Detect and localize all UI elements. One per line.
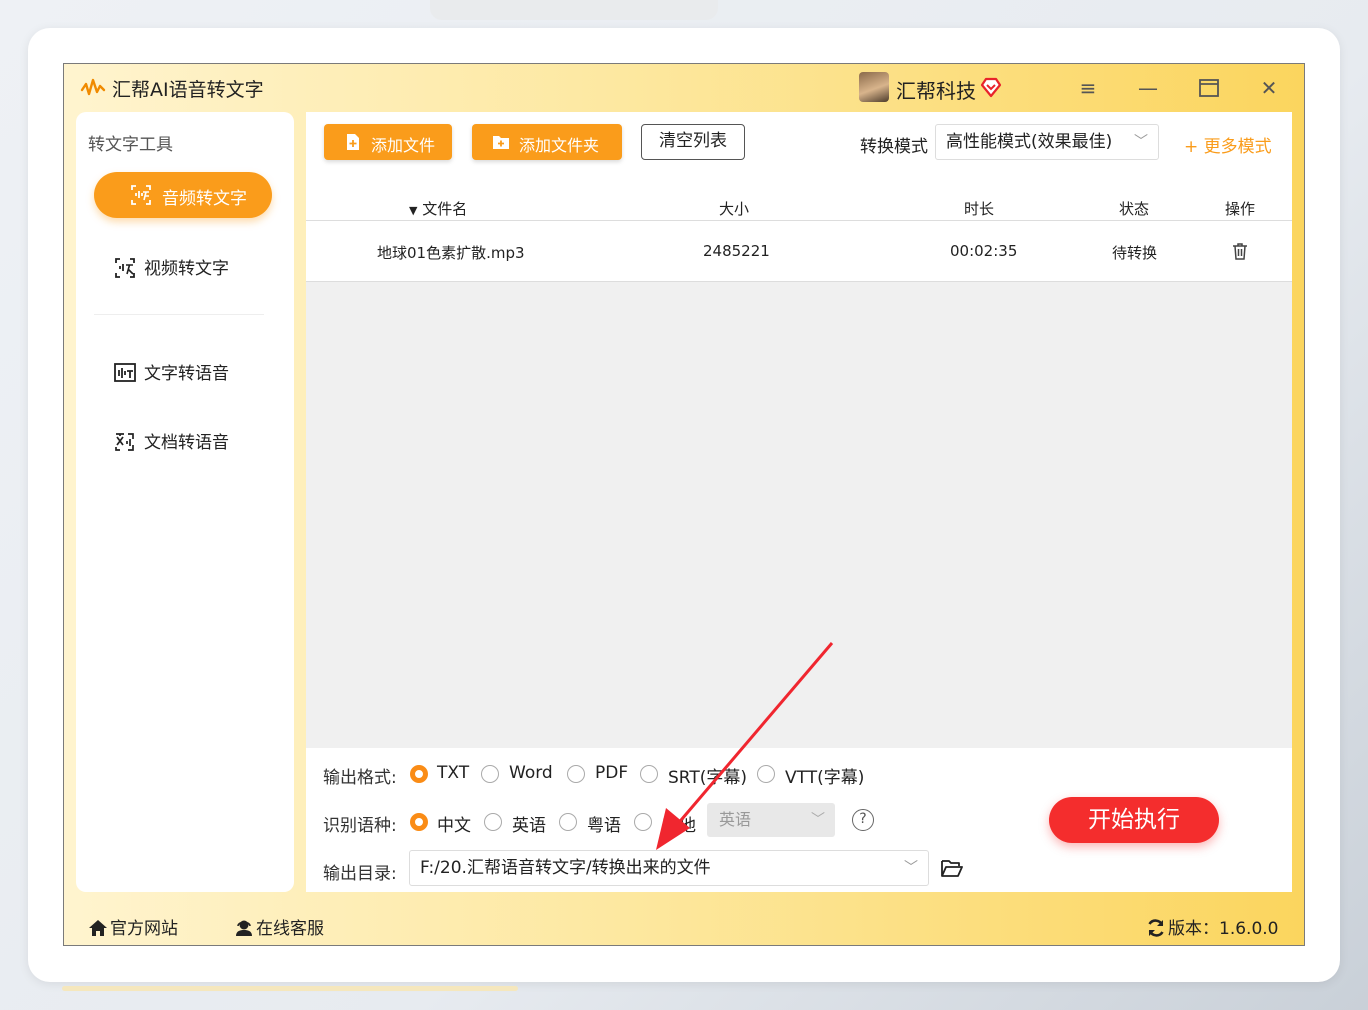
- format-radio-txt[interactable]: [410, 765, 428, 783]
- column-header-action: 操作: [1225, 200, 1256, 218]
- official-website-link[interactable]: 官方网站: [88, 914, 178, 939]
- file-size: 2485221: [703, 242, 770, 260]
- support-agent-icon: [236, 920, 252, 936]
- file-duration: 00:02:35: [950, 242, 1018, 260]
- folder-open-icon[interactable]: [941, 858, 963, 878]
- mode-select[interactable]: 高性能模式(效果最佳) ﹀: [935, 124, 1159, 160]
- sort-desc-icon: ▼: [409, 204, 418, 217]
- video-text-icon: [115, 258, 135, 278]
- waveform-logo-icon: [80, 78, 106, 96]
- app-window: 汇帮AI语音转文字 汇帮科技 ≡ — ✕ 转文字工具 音频转文字 视频转文字 文…: [63, 63, 1305, 946]
- format-option-vtt[interactable]: VTT(字幕): [785, 763, 864, 788]
- file-name: 地球01色素扩散.mp3: [377, 244, 525, 262]
- dir-label: 输出目录:: [323, 864, 397, 884]
- add-file-label: 添加文件: [371, 136, 436, 155]
- menu-icon[interactable]: ≡: [1074, 74, 1102, 102]
- start-button[interactable]: 开始执行: [1049, 797, 1219, 843]
- app-title: 汇帮AI语音转文字: [112, 79, 264, 101]
- text-speech-icon: [114, 363, 136, 382]
- column-header-status: 状态: [1119, 200, 1150, 218]
- table-header: ▼ 文件名 大小 时长 状态 操作: [306, 172, 1292, 221]
- add-folder-button[interactable]: 添加文件夹: [472, 124, 622, 160]
- lang-option-other[interactable]: 其他: [662, 811, 696, 836]
- help-icon[interactable]: ?: [852, 809, 874, 831]
- other-lang-select[interactable]: 英语 ﹀: [707, 803, 835, 837]
- sidebar-title: 转文字工具: [88, 135, 173, 155]
- toolbar: 添加文件 添加文件夹 清空列表 转换模式 高性能模式(效果最佳) ﹀ + 更多模…: [306, 112, 1292, 172]
- title-bar: 汇帮AI语音转文字 汇帮科技 ≡ — ✕: [64, 64, 1304, 112]
- add-file-icon: [347, 134, 359, 150]
- lang-radio-english[interactable]: [484, 813, 502, 831]
- sidebar-divider: [94, 314, 264, 315]
- sidebar-item-doc-to-speech[interactable]: 文档转语音: [114, 428, 229, 453]
- output-dir-select[interactable]: F:/20.汇帮语音转文字/转换出来的文件 ﹀: [409, 850, 929, 886]
- home-icon: [89, 920, 107, 936]
- decorative-bar: [62, 986, 518, 991]
- format-radio-word[interactable]: [481, 765, 499, 783]
- vip-diamond-icon[interactable]: [980, 76, 1002, 98]
- maximize-icon[interactable]: [1195, 74, 1223, 102]
- format-option-srt[interactable]: SRT(字幕): [668, 763, 747, 788]
- add-file-button[interactable]: 添加文件: [324, 124, 452, 160]
- footer: 官方网站 在线客服 版本：1.6.0.0: [64, 900, 1304, 946]
- file-list-empty-area: [306, 282, 1292, 748]
- table-row[interactable]: 地球01色素扩散.mp3 2485221 00:02:35 待转换: [306, 221, 1292, 282]
- file-status: 待转换: [1112, 244, 1158, 262]
- add-folder-icon: [493, 136, 509, 149]
- trash-icon[interactable]: [1231, 242, 1249, 261]
- chevron-down-icon: ﹀: [904, 860, 918, 876]
- mode-value: 高性能模式(效果最佳): [946, 132, 1113, 152]
- sidebar-item-video-to-text[interactable]: 视频转文字: [114, 254, 229, 279]
- lang-radio-chinese[interactable]: [410, 813, 428, 831]
- more-modes-link[interactable]: + 更多模式: [1184, 132, 1272, 157]
- sidebar-item-label: 视频转文字: [144, 259, 229, 279]
- clear-list-button[interactable]: 清空列表: [641, 124, 745, 160]
- column-header-size: 大小: [719, 200, 750, 218]
- format-radio-srt[interactable]: [640, 765, 658, 783]
- lang-radio-other[interactable]: [634, 813, 652, 831]
- mode-label: 转换模式: [860, 137, 928, 157]
- minimize-icon[interactable]: —: [1134, 74, 1162, 102]
- brand-name[interactable]: 汇帮科技: [896, 75, 976, 104]
- sidebar-item-audio-to-text[interactable]: 音频转文字: [94, 172, 272, 218]
- format-option-pdf[interactable]: PDF: [595, 763, 628, 783]
- refresh-icon: [1148, 919, 1164, 937]
- lang-label: 识别语种:: [323, 816, 397, 836]
- options-panel: 输出格式: TXT Word PDF SRT(字幕) VTT(字幕) 识别语种:…: [306, 748, 1292, 892]
- main-panel: 添加文件 添加文件夹 清空列表 转换模式 高性能模式(效果最佳) ﹀ + 更多模…: [306, 112, 1292, 892]
- user-avatar[interactable]: [859, 72, 889, 102]
- close-icon[interactable]: ✕: [1255, 74, 1283, 102]
- audio-text-icon: [131, 185, 151, 205]
- column-header-name[interactable]: ▼ 文件名: [409, 198, 467, 219]
- sidebar-item-label: 音频转文字: [162, 189, 247, 209]
- output-dir-value: F:/20.汇帮语音转文字/转换出来的文件: [420, 858, 711, 878]
- lang-option-cantonese[interactable]: 粤语: [587, 811, 621, 836]
- format-radio-vtt[interactable]: [757, 765, 775, 783]
- sidebar: 转文字工具 音频转文字 视频转文字 文字转语音 文档转语音: [76, 112, 294, 892]
- lang-radio-cantonese[interactable]: [559, 813, 577, 831]
- format-option-word[interactable]: Word: [509, 763, 553, 783]
- lang-option-chinese[interactable]: 中文: [437, 811, 471, 836]
- sidebar-item-label: 文字转语音: [144, 364, 229, 384]
- format-radio-pdf[interactable]: [567, 765, 585, 783]
- format-label: 输出格式:: [323, 768, 397, 788]
- background-tab: [430, 0, 718, 20]
- version-info: 版本：1.6.0.0: [1146, 914, 1278, 939]
- doc-speech-icon: [115, 433, 134, 451]
- online-support-link[interactable]: 在线客服: [234, 914, 324, 939]
- sidebar-item-text-to-speech[interactable]: 文字转语音: [114, 359, 229, 384]
- sidebar-item-label: 文档转语音: [144, 433, 229, 453]
- other-lang-value: 英语: [719, 810, 752, 829]
- add-folder-label: 添加文件夹: [519, 136, 600, 155]
- format-option-txt[interactable]: TXT: [437, 763, 469, 783]
- lang-option-english[interactable]: 英语: [512, 811, 546, 836]
- column-header-duration: 时长: [964, 200, 995, 218]
- chevron-down-icon: ﹀: [811, 812, 825, 828]
- chevron-down-icon: ﹀: [1134, 134, 1148, 150]
